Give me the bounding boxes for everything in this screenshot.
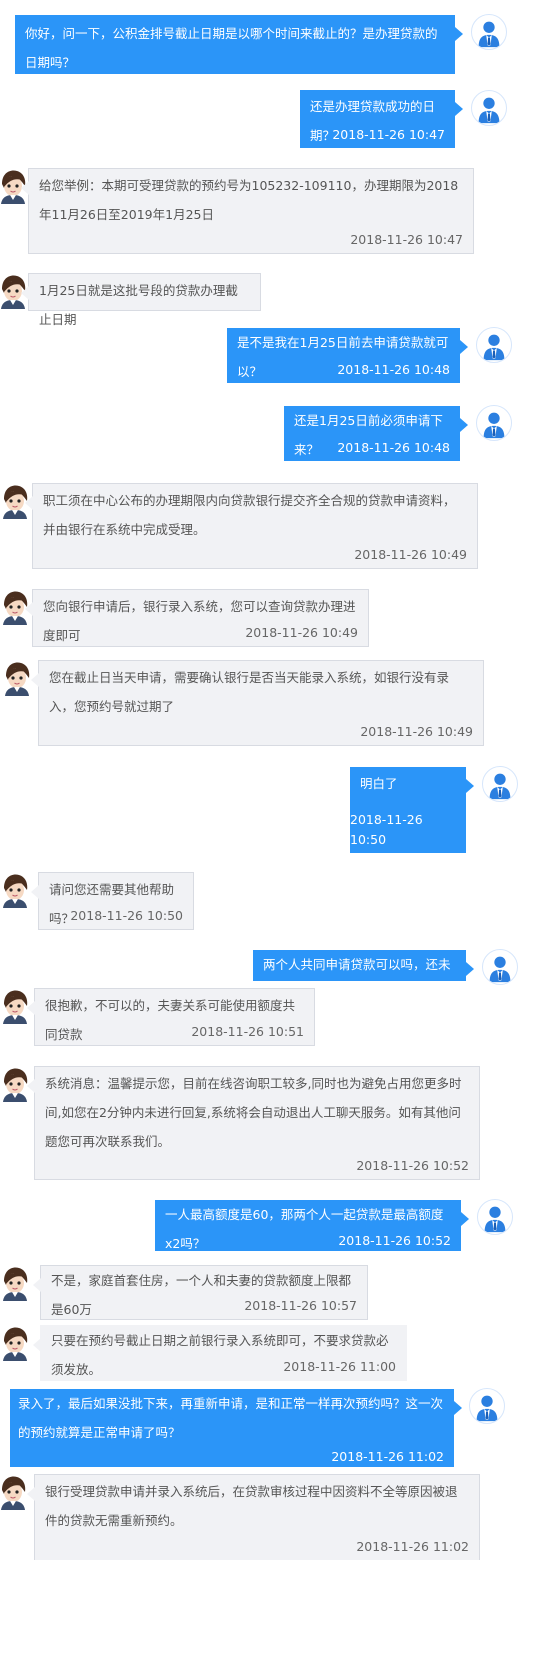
message-timestamp: 2018-11-26 10:50	[350, 812, 423, 847]
message-timestamp: 2018-11-26 11:02	[356, 1539, 469, 1554]
agent-avatar	[2, 660, 32, 696]
message-timestamp: 2018-11-26 10:48	[337, 440, 450, 455]
message-timestamp: 2018-11-26 10:48	[337, 362, 450, 377]
message-text: 银行受理贷款申请并录入系统后，在贷款审核过程中因资料不全等原因被退件的贷款无需重…	[45, 1484, 458, 1528]
user-avatar	[482, 949, 518, 985]
user-avatar	[476, 405, 512, 441]
user-message-bubble: 明白了 2018-11-26 10:50	[350, 767, 474, 853]
message-timestamp: 2018-11-26 10:49	[245, 625, 358, 640]
agent-avatar	[0, 1474, 28, 1510]
user-message-bubble: 是不是我在1月25日前去申请贷款就可以？ 2018-11-26 10:48	[227, 328, 468, 383]
agent-message-bubble: 职工须在中心公布的办理期限内向贷款银行提交齐全合规的贷款申请资料，并由银行在系统…	[24, 483, 478, 569]
user-avatar	[482, 766, 518, 802]
message-text: 你好，问一下，公积金排号截止日期是以哪个时间来截止的？是办理贷款的日期吗？	[25, 26, 438, 70]
message-text: 录入了，最后如果没批下来，再重新申请，是和正常一样再次预约吗？这一次的预约就算是…	[18, 1396, 444, 1440]
message-timestamp: 2018-11-26 10:47	[332, 127, 445, 142]
user-avatar	[471, 90, 507, 126]
user-message-bubble: 还是1月25日前必须申请下来？ 2018-11-26 10:48	[284, 406, 468, 461]
agent-message-bubble: 您在截止日当天申请，需要确认银行是否当天能录入系统，如银行没有录入，您预约号就过…	[30, 660, 484, 746]
message-timestamp: 2018-11-26 10:57	[244, 1298, 357, 1313]
agent-message-bubble: 不是，家庭首套住房，一个人和夫妻的贷款额度上限都是60万 2018-11-26 …	[32, 1265, 368, 1320]
message-text: 1月25日就是这批号段的贷款办理截止日期	[39, 283, 238, 327]
user-message-bubble: 一人最高额度是60，那两个人一起贷款是最高额度x2吗？ 2018-11-26 1…	[155, 1200, 469, 1251]
user-message-bubble: 你好，问一下，公积金排号截止日期是以哪个时间来截止的？是办理贷款的日期吗？	[15, 15, 463, 74]
user-message-bubble: 两个人共同申请贷款可以吗，还未结婚	[253, 950, 474, 1001]
message-timestamp: 2018-11-26 11:02	[331, 1449, 444, 1464]
agent-message-bubble: 只要在预约号截止日期之前银行录入系统即可，不要求贷款必须发放。 2018-11-…	[32, 1325, 407, 1381]
agent-message-bubble: 1月25日就是这批号段的贷款办理截止日期	[20, 273, 261, 327]
agent-avatar	[0, 1265, 30, 1301]
message-timestamp: 2018-11-26 11:00	[283, 1359, 396, 1374]
agent-message-bubble: 给您举例：本期可受理贷款的预约号为105232-109110，办理期限为2018…	[20, 168, 474, 254]
message-text: 职工须在中心公布的办理期限内向贷款银行提交齐全合规的贷款申请资料，并由银行在系统…	[43, 493, 456, 537]
agent-avatar	[0, 988, 30, 1024]
message-timestamp: 2018-11-26 10:49	[360, 724, 473, 739]
user-avatar	[477, 1199, 513, 1235]
message-text: 您在截止日当天申请，需要确认银行是否当天能录入系统，如银行没有录入，您预约号就过…	[49, 670, 450, 714]
user-avatar	[469, 1388, 505, 1424]
agent-message-bubble: 系统消息：温馨提示您，目前在线咨询职工较多,同时也为避免占用您更多时间,如您在2…	[26, 1066, 480, 1180]
message-timestamp: 2018-11-26 10:52	[356, 1158, 469, 1173]
message-timestamp: 2018-11-26 10:47	[350, 232, 463, 247]
agent-message-bubble: 请问您还需要其他帮助吗？ 2018-11-26 10:50	[30, 872, 194, 930]
message-text: 明白了	[360, 776, 398, 791]
message-timestamp: 2018-11-26 10:52	[338, 1233, 451, 1248]
agent-avatar	[0, 1066, 30, 1102]
user-message-bubble: 录入了，最后如果没批下来，再重新申请，是和正常一样再次预约吗？这一次的预约就算是…	[10, 1389, 462, 1467]
user-avatar	[476, 327, 512, 363]
agent-message-bubble: 您向银行申请后，银行录入系统，您可以查询贷款办理进度即可 2018-11-26 …	[24, 589, 369, 647]
agent-message-bubble: 银行受理贷款申请并录入系统后，在贷款审核过程中因资料不全等原因被退件的贷款无需重…	[26, 1474, 480, 1560]
agent-message-bubble: 很抱歉，不可以的，夫妻关系可能使用额度共同贷款 2018-11-26 10:51	[26, 988, 315, 1046]
user-message-bubble: 还是办理贷款成功的日期？ 2018-11-26 10:47	[300, 90, 463, 148]
agent-avatar	[0, 1325, 30, 1361]
message-text: 给您举例：本期可受理贷款的预约号为105232-109110，办理期限为2018…	[39, 178, 459, 222]
agent-avatar	[0, 872, 30, 908]
message-timestamp: 2018-11-26 10:49	[354, 547, 467, 562]
message-text: 系统消息：温馨提示您，目前在线咨询职工较多,同时也为避免占用您更多时间,如您在2…	[45, 1076, 462, 1149]
message-timestamp: 2018-11-26 10:51	[191, 1024, 304, 1039]
user-avatar	[471, 14, 507, 50]
message-timestamp: 2018-11-26 10:50	[70, 908, 183, 923]
